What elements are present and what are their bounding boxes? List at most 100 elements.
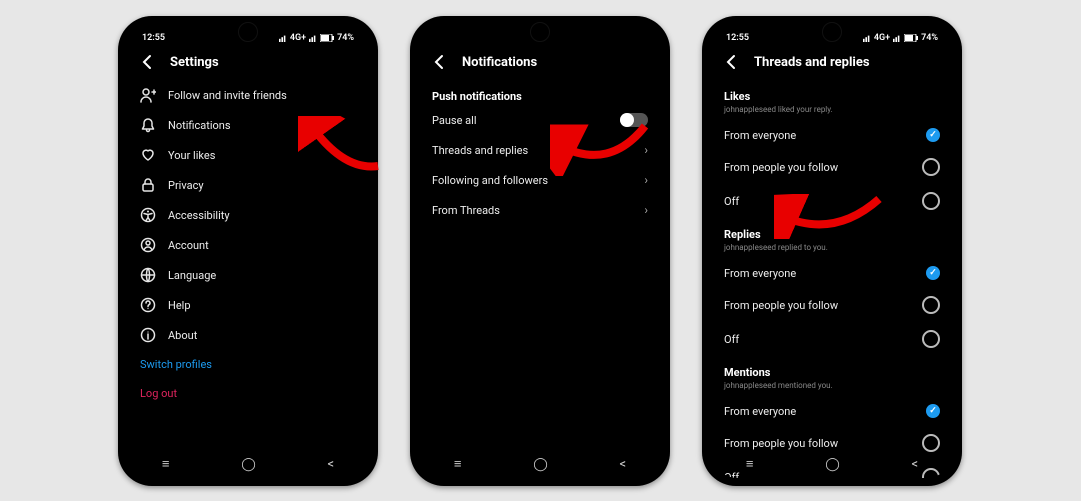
page-title: Settings <box>170 55 219 70</box>
radio-unselected[interactable] <box>922 296 940 314</box>
option-label: Off <box>724 195 739 208</box>
pause-all-toggle[interactable] <box>620 113 648 127</box>
option-label: From people you follow <box>724 299 838 312</box>
chevron-right-icon: › <box>644 203 648 217</box>
nav-back[interactable]: < <box>911 457 918 472</box>
heart-icon <box>140 147 156 163</box>
settings-item-follow-and-invite-friends[interactable]: Follow and invite friends <box>126 80 370 110</box>
back-button[interactable] <box>432 54 448 70</box>
nav-recent[interactable]: ≡ <box>162 456 170 472</box>
notif-row-threads-and-replies[interactable]: Threads and replies › <box>418 135 662 165</box>
settings-item-notifications[interactable]: Notifications <box>126 110 370 140</box>
log-out-link[interactable]: Log out <box>126 379 370 408</box>
status-time: 12:55 <box>726 33 749 43</box>
android-navbar[interactable]: ≡ ◯ < <box>418 450 662 478</box>
net-label-1: 4G+ <box>874 33 890 43</box>
group-hint: johnappleseed liked your reply. <box>710 105 954 120</box>
settings-item-your-likes[interactable]: Your likes <box>126 140 370 170</box>
radio-selected[interactable] <box>926 128 940 142</box>
option-off[interactable]: Off <box>710 322 954 356</box>
bell-icon <box>140 117 156 133</box>
settings-item-label: Language <box>168 269 216 282</box>
nav-home[interactable]: ◯ <box>533 457 548 472</box>
battery-pct: 74% <box>337 33 354 43</box>
help-icon <box>140 297 156 313</box>
option-label: From people you follow <box>724 161 838 174</box>
nav-back[interactable]: < <box>619 457 626 472</box>
option-label: From people you follow <box>724 437 838 450</box>
option-from-everyone[interactable]: From everyone <box>710 258 954 288</box>
settings-item-label: Notifications <box>168 119 231 132</box>
notif-row-label: From Threads <box>432 204 500 217</box>
nav-home[interactable]: ◯ <box>825 457 840 472</box>
notif-row-from-threads[interactable]: From Threads › <box>418 195 662 225</box>
notif-row-label: Following and followers <box>432 174 548 187</box>
battery-pct: 74% <box>921 33 938 43</box>
page-title: Notifications <box>462 55 537 70</box>
net-label-1: 4G+ <box>290 33 306 43</box>
nav-home[interactable]: ◯ <box>241 457 256 472</box>
settings-item-language[interactable]: Language <box>126 260 370 290</box>
back-button[interactable] <box>140 54 156 70</box>
back-button[interactable] <box>724 54 740 70</box>
pause-all-row[interactable]: Pause all <box>418 105 662 135</box>
settings-item-privacy[interactable]: Privacy <box>126 170 370 200</box>
settings-item-label: Your likes <box>168 149 215 162</box>
info-icon <box>140 327 156 343</box>
option-from-people-you-follow[interactable]: From people you follow <box>710 288 954 322</box>
pause-all-label: Pause all <box>432 114 477 127</box>
network-icon <box>863 34 871 42</box>
group-hint: johnappleseed replied to you. <box>710 243 954 258</box>
group-head-likes: Likes <box>710 80 954 105</box>
settings-item-label: Accessibility <box>168 209 230 222</box>
user-plus-icon <box>140 87 156 103</box>
notif-row-following-and-followers[interactable]: Following and followers › <box>418 165 662 195</box>
option-label: From everyone <box>724 129 796 142</box>
option-from-everyone[interactable]: From everyone <box>710 396 954 426</box>
settings-item-help[interactable]: Help <box>126 290 370 320</box>
android-navbar[interactable]: ≡ ◯ < <box>710 450 954 478</box>
nav-recent[interactable]: ≡ <box>454 456 462 472</box>
accessibility-icon <box>140 207 156 223</box>
nav-recent[interactable]: ≡ <box>746 456 754 472</box>
option-off[interactable]: Off <box>710 184 954 218</box>
option-label: From everyone <box>724 267 796 280</box>
globe-icon <box>140 267 156 283</box>
nav-back[interactable]: < <box>327 457 334 472</box>
settings-item-label: Privacy <box>168 179 204 192</box>
radio-unselected[interactable] <box>922 330 940 348</box>
battery-icon <box>320 34 334 42</box>
status-time: 12:55 <box>142 33 165 43</box>
lock-icon <box>140 177 156 193</box>
settings-item-account[interactable]: Account <box>126 230 370 260</box>
signal-icon <box>309 34 317 42</box>
android-navbar[interactable]: ≡ ◯ < <box>126 450 370 478</box>
settings-item-label: Follow and invite friends <box>168 89 287 102</box>
group-head-replies: Replies <box>710 218 954 243</box>
option-from-people-you-follow[interactable]: From people you follow <box>710 150 954 184</box>
settings-item-label: Help <box>168 299 191 312</box>
account-icon <box>140 237 156 253</box>
network-icon <box>279 34 287 42</box>
radio-selected[interactable] <box>926 266 940 280</box>
battery-icon <box>904 34 918 42</box>
section-push: Push notifications <box>418 80 662 105</box>
radio-unselected[interactable] <box>922 158 940 176</box>
group-hint: johnappleseed mentioned you. <box>710 381 954 396</box>
radio-unselected[interactable] <box>922 192 940 210</box>
option-label: From everyone <box>724 405 796 418</box>
settings-item-accessibility[interactable]: Accessibility <box>126 200 370 230</box>
option-from-everyone[interactable]: From everyone <box>710 120 954 150</box>
option-label: Off <box>724 333 739 346</box>
settings-item-label: About <box>168 329 197 342</box>
switch-profiles-link[interactable]: Switch profiles <box>126 350 370 379</box>
radio-selected[interactable] <box>926 404 940 418</box>
signal-icon <box>893 34 901 42</box>
page-title: Threads and replies <box>754 55 870 70</box>
notif-row-label: Threads and replies <box>432 144 528 157</box>
chevron-right-icon: › <box>644 143 648 157</box>
group-head-mentions: Mentions <box>710 356 954 381</box>
chevron-right-icon: › <box>644 173 648 187</box>
settings-item-label: Account <box>168 239 209 252</box>
settings-item-about[interactable]: About <box>126 320 370 350</box>
